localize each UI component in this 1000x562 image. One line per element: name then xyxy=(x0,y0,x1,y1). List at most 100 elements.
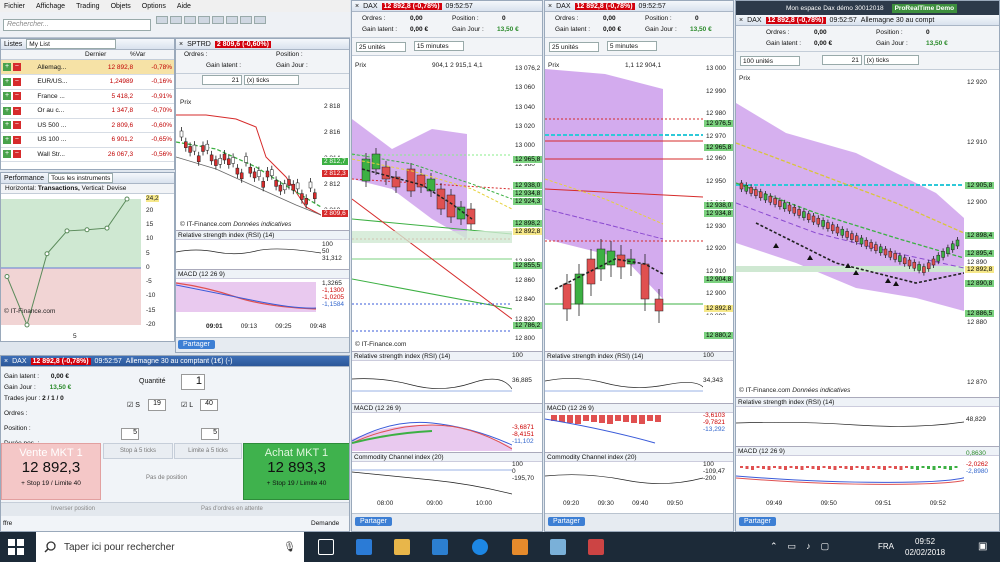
stop-checkbox[interactable]: ☑ S xyxy=(127,401,140,409)
task-view-icon[interactable] xyxy=(318,539,334,555)
timeframe-select[interactable]: 5 minutes xyxy=(606,40,657,51)
paint-icon[interactable] xyxy=(588,539,604,555)
stop-ticks-input[interactable]: 5 xyxy=(121,428,139,440)
units-select[interactable]: 25 unités xyxy=(549,42,599,52)
menu-trading[interactable]: Trading xyxy=(76,3,99,10)
vertical-value[interactable]: Vertical: Devise xyxy=(82,185,127,192)
tick-unit-select[interactable]: (x) ticks xyxy=(863,54,919,65)
buy-icon[interactable]: + xyxy=(3,77,11,86)
timeframe-select[interactable]: 15 minutes xyxy=(413,40,464,51)
line-tool-icon[interactable] xyxy=(184,16,196,24)
buy-icon[interactable]: + xyxy=(3,63,11,71)
sptrd-tick-unit[interactable]: (x) ticks xyxy=(243,75,299,85)
watchlist-selector[interactable]: My List xyxy=(26,39,117,49)
search-input[interactable]: Rechercher... xyxy=(3,19,151,31)
language-indicator[interactable]: FRA xyxy=(878,542,894,551)
java-icon[interactable] xyxy=(512,539,528,555)
watchlist-tab-lists[interactable]: Listes xyxy=(4,41,22,48)
sptrd-price-chart[interactable] xyxy=(176,97,321,221)
window-close-icon[interactable]: × xyxy=(548,3,552,10)
menu-options[interactable]: Options xyxy=(142,3,166,10)
network-icon[interactable]: ▭ xyxy=(788,541,797,552)
units-select[interactable]: 25 unités xyxy=(356,42,406,52)
buy-button[interactable]: Achat MKT 1 12 893,3 + Stop 19 / Limite … xyxy=(243,443,349,500)
magnet-icon[interactable] xyxy=(254,16,266,24)
window-close-icon[interactable]: × xyxy=(739,17,743,24)
text-tool-icon[interactable] xyxy=(198,16,210,24)
sptrd-ticks-input[interactable]: 21 xyxy=(202,75,242,85)
col-var[interactable]: %Var xyxy=(130,51,145,58)
units-select[interactable]: 100 unités xyxy=(740,56,800,66)
channel-tool-icon[interactable] xyxy=(226,16,238,24)
ie-icon[interactable] xyxy=(472,539,488,555)
clock[interactable]: 09:52 02/02/2018 xyxy=(905,536,945,558)
menu-aide[interactable]: Aide xyxy=(177,3,191,10)
sell-icon[interactable]: − xyxy=(12,121,21,130)
position-label: Position : xyxy=(4,425,31,432)
microphone-icon[interactable]: 🎙 xyxy=(283,542,296,553)
store-icon[interactable] xyxy=(432,539,448,555)
cursor-icon[interactable] xyxy=(156,16,168,24)
watchlist-row[interactable]: + − France ... 5 418,2 -0,91% xyxy=(1,89,174,104)
edge-icon[interactable] xyxy=(356,539,372,555)
watchlist-row[interactable]: + − US 500 ... 2 809,6 -0,60% xyxy=(1,118,174,133)
dax-15min-price-chart[interactable] xyxy=(352,59,512,349)
sell-icon[interactable]: − xyxy=(12,135,21,144)
crosshair-icon[interactable] xyxy=(170,16,182,24)
volume-icon[interactable]: ♪ xyxy=(806,541,811,552)
buy-icon[interactable]: + xyxy=(3,150,11,159)
dax-tick-price-chart[interactable] xyxy=(736,73,964,393)
watchlist-row[interactable]: + − EUR/US... 1,24989 -0,16% xyxy=(1,74,174,90)
buy-icon[interactable]: + xyxy=(3,106,11,115)
action-center-icon[interactable]: ▣ xyxy=(978,541,987,552)
sell-icon[interactable]: − xyxy=(12,63,21,71)
folder-icon[interactable] xyxy=(394,539,410,555)
sell-icon[interactable]: − xyxy=(12,150,21,159)
sell-icon[interactable]: − xyxy=(12,92,21,101)
notifications-icon[interactable]: ▢ xyxy=(821,541,830,552)
sell-icon[interactable]: − xyxy=(12,77,21,86)
reverse-position-button[interactable]: Inverser position xyxy=(51,506,95,512)
zoom-icon[interactable] xyxy=(240,16,252,24)
buy-icon[interactable]: + xyxy=(3,92,11,101)
share-button[interactable]: Partager xyxy=(548,517,585,526)
order-close-icon[interactable]: × xyxy=(4,358,8,365)
window-close-icon[interactable]: × xyxy=(355,3,359,10)
watchlist-row[interactable]: + − US 100 ... 6 901,2 -0,65% xyxy=(1,132,174,148)
window-close-icon[interactable]: × xyxy=(179,41,183,48)
buy-icon[interactable]: + xyxy=(3,135,11,144)
watchlist-row[interactable]: + − Or au c... 1 347,8 -0,70% xyxy=(1,103,174,119)
menu-affichage[interactable]: Affichage xyxy=(36,3,65,10)
stop-input[interactable]: 19 xyxy=(148,399,166,411)
taskbar-search[interactable]: Taper ici pour rechercher 🎙 xyxy=(36,532,304,562)
limit-ticks-input[interactable]: 5 xyxy=(201,428,219,440)
limit-checkbox[interactable]: ☑ L xyxy=(181,401,193,409)
buy-icon[interactable]: + xyxy=(3,121,11,130)
sell-icon[interactable]: − xyxy=(12,106,21,115)
limit-5-ticks-button[interactable]: Limite à 5 ticks xyxy=(174,443,242,459)
fibo-tool-icon[interactable] xyxy=(212,16,224,24)
stop-5-ticks-button[interactable]: Stop à 5 ticks xyxy=(103,443,173,459)
tray-arrow-icon[interactable]: ⌃ xyxy=(770,541,778,552)
system-tray[interactable]: ⌃ ▭ ♪ ▢ xyxy=(770,541,829,552)
horizontal-value[interactable]: Transactions, xyxy=(38,185,80,192)
performance-instrument-select[interactable]: Tous les instruments xyxy=(48,173,114,183)
menu-fichier[interactable]: Fichier xyxy=(4,3,25,10)
watchlist-row[interactable]: + − Wall Str... 26 067,3 -0,56% xyxy=(1,147,174,162)
perf-xtick: 5 xyxy=(73,333,77,340)
share-button[interactable]: Partager xyxy=(178,340,215,349)
app-icon[interactable] xyxy=(550,539,566,555)
share-button[interactable]: Partager xyxy=(739,517,776,526)
ticks-input[interactable]: 21 xyxy=(821,54,862,65)
quantity-input[interactable]: 1 xyxy=(181,374,205,390)
share-button[interactable]: Partager xyxy=(355,517,392,526)
limit-input[interactable]: 40 xyxy=(200,399,218,411)
toolbar-icons[interactable] xyxy=(156,16,346,34)
watchlist-row[interactable]: + − Allemag... 12 892,8 -0,78% xyxy=(1,60,174,75)
windows-start-icon[interactable] xyxy=(8,539,24,555)
sell-button[interactable]: Vente MKT 1 12 892,3 + Stop 19 / Limite … xyxy=(1,443,101,500)
col-last[interactable]: Dernier xyxy=(85,51,130,58)
menu-objets[interactable]: Objets xyxy=(111,3,131,10)
equity-point xyxy=(84,227,90,233)
dax-5min-price-chart[interactable] xyxy=(545,59,703,349)
